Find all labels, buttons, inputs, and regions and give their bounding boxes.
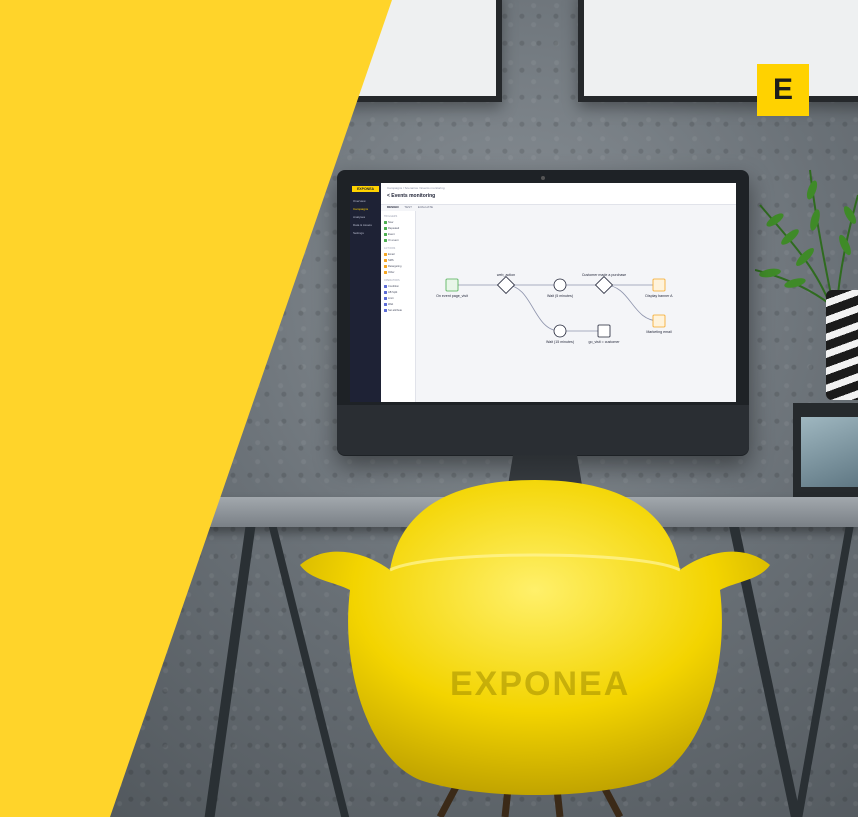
scene: EXPONEA Overview Campaigns Analyses Data… xyxy=(0,0,858,817)
brand-logo[interactable]: E xyxy=(757,64,809,116)
chair-logo: EXPONEA xyxy=(450,665,631,703)
yellow-chair xyxy=(300,480,770,817)
logo-letter: E xyxy=(772,73,793,106)
